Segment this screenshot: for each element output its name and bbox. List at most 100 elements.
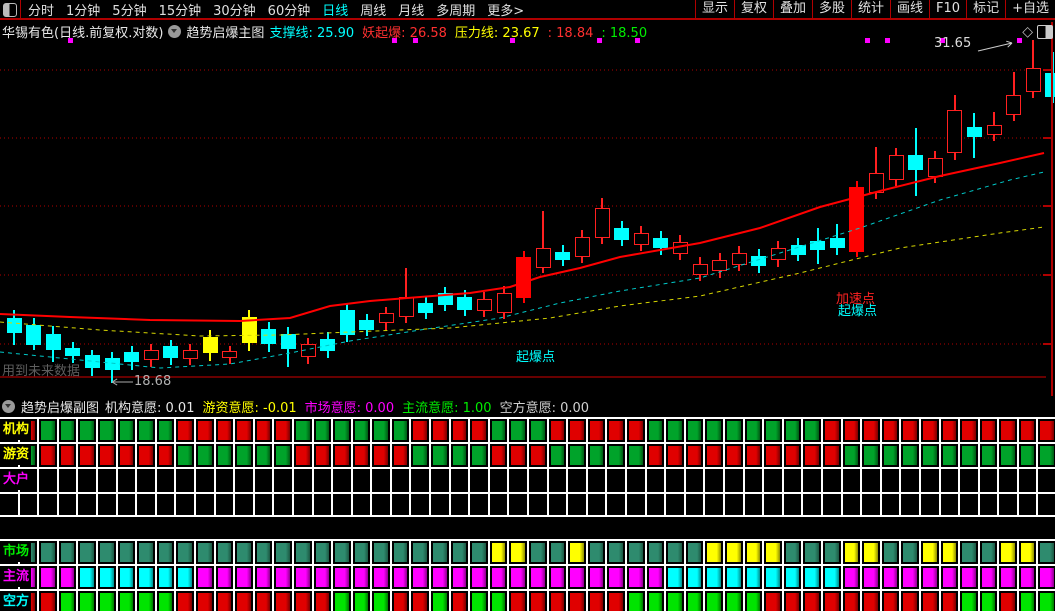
signal-block (256, 568, 271, 587)
signal-cell (744, 566, 765, 589)
signal-cell (685, 469, 706, 492)
signal-cell (862, 469, 882, 492)
signal-cell (940, 566, 961, 589)
signal-block (805, 543, 819, 562)
split-view-icon[interactable] (1037, 25, 1053, 39)
period-item-15分钟[interactable]: 15分钟 (153, 0, 208, 19)
row-label-大户: 大户 (1, 469, 32, 490)
signal-block (746, 543, 761, 562)
period-item-更多>[interactable]: 更多> (481, 0, 530, 19)
signal-cell (920, 494, 941, 515)
signal-block (217, 446, 232, 465)
tool-item-叠加[interactable]: 叠加 (772, 0, 812, 18)
signal-cell (842, 566, 863, 589)
tool-item-显示[interactable]: 显示 (694, 0, 734, 18)
signal-cell (862, 566, 882, 589)
signal-block (903, 421, 917, 440)
signal-block (766, 446, 780, 465)
main-chart-header: 华锡有色(日线.前复权.对数) 趋势启爆主图 支撑线: 25.90 妖起爆: 26… (2, 22, 660, 41)
chevron-down-icon[interactable] (168, 24, 182, 38)
signal-block (942, 593, 957, 611)
signal-block (158, 446, 173, 465)
period-item-30分钟[interactable]: 30分钟 (207, 0, 262, 19)
signal-block (824, 593, 839, 611)
signal-cell (78, 494, 98, 515)
signal-block (707, 421, 721, 440)
tools-menu: 显示 复权 叠加 多股 统计 画线 F10 标记 +自选 (694, 0, 1055, 18)
signal-cell (627, 469, 647, 492)
indicator-panel[interactable]: 趋势启爆副图 机构意愿: 0.01 游资意愿: -0.01 市场意愿: 0.00 主流… (0, 396, 1055, 611)
tool-item-画线[interactable]: 画线 (890, 0, 929, 18)
signal-cell (960, 541, 980, 564)
signal-cell (979, 444, 1000, 467)
signal-cell (529, 419, 549, 442)
period-item-日线[interactable]: 日线 (316, 0, 354, 19)
period-item-1分钟[interactable]: 1分钟 (60, 0, 106, 19)
signal-block (295, 446, 310, 465)
signal-cell (627, 444, 647, 467)
period-item-周线[interactable]: 周线 (354, 0, 392, 19)
diamond-icon[interactable]: ◇ (1022, 24, 1033, 40)
period-item-5分钟[interactable]: 5分钟 (106, 0, 152, 19)
signal-cell (587, 591, 608, 611)
signal-block (1040, 568, 1055, 587)
signal-cell (372, 469, 392, 492)
sub-indicator-name[interactable]: 趋势启爆副图 (21, 397, 99, 416)
signal-cell (176, 419, 196, 442)
signal-block (237, 593, 251, 611)
field-妖起爆: 妖起爆: 26.58 (362, 25, 447, 41)
signal-cell (117, 494, 138, 515)
signal-row (0, 442, 1055, 467)
signal-cell (411, 541, 432, 564)
tool-item-复权[interactable]: 复权 (733, 0, 773, 18)
signal-block (1001, 543, 1015, 562)
signal-cell (587, 469, 608, 492)
signal-cell (548, 494, 569, 515)
tool-item-统计[interactable]: 统计 (851, 0, 890, 18)
signal-block (511, 568, 526, 587)
signal-cell (1038, 541, 1055, 564)
signal-cell (470, 494, 490, 515)
signal-block (1020, 421, 1035, 440)
signal-cell (685, 566, 706, 589)
signal-block (139, 593, 153, 611)
signal-block (726, 421, 741, 440)
tool-item-多股[interactable]: 多股 (812, 0, 851, 18)
signal-block (707, 446, 721, 465)
stock-title[interactable]: 华锡有色(日线.前复权.对数) (2, 22, 163, 41)
tool-item-F10[interactable]: F10 (929, 0, 966, 18)
indicator-name[interactable]: 趋势启爆主图 (186, 22, 264, 41)
tool-item-标记[interactable]: 标记 (966, 0, 1005, 18)
period-item-月线[interactable]: 月线 (392, 0, 430, 19)
period-item-分时[interactable]: 分时 (22, 0, 60, 19)
signal-cell (117, 591, 138, 611)
signal-block (589, 593, 604, 611)
signal-block (60, 568, 75, 587)
signal-block (295, 421, 310, 440)
signal-cell (744, 591, 765, 611)
signal-cell (548, 444, 569, 467)
signal-block (41, 421, 55, 440)
window-layout-icon[interactable] (3, 3, 17, 17)
signal-cell (822, 541, 843, 564)
signal-cell (235, 541, 255, 564)
signal-block (393, 446, 408, 465)
chevron-down-icon[interactable] (2, 399, 15, 413)
signal-block (491, 543, 506, 562)
signal-cell (117, 444, 138, 467)
signal-cell (254, 566, 275, 589)
signal-cell (254, 494, 275, 515)
signal-block (217, 543, 232, 562)
signal-block (472, 446, 486, 465)
signal-block (942, 446, 957, 465)
signal-block (178, 593, 192, 611)
signal-cell (293, 419, 314, 442)
period-item-多周期[interactable]: 多周期 (430, 0, 481, 19)
field-: : 18.84 (547, 25, 594, 41)
tool-item-+自选[interactable]: +自选 (1005, 0, 1055, 18)
period-item-60分钟[interactable]: 60分钟 (262, 0, 317, 19)
signal-block (433, 446, 447, 465)
signal-block (883, 593, 898, 611)
signal-cell (58, 494, 79, 515)
signal-cell (940, 541, 961, 564)
